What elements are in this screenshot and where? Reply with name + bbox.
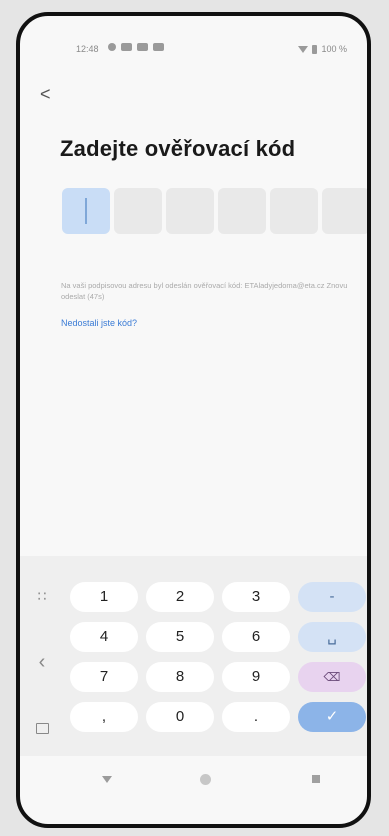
- key-2[interactable]: 2: [146, 582, 214, 612]
- code-digit-box[interactable]: [270, 188, 318, 234]
- backspace-key[interactable]: ⌫: [298, 662, 366, 692]
- nav-recent-icon[interactable]: [312, 775, 320, 783]
- code-digit-box[interactable]: [62, 188, 110, 234]
- status-bar: 12:48 100 %: [20, 16, 367, 60]
- status-time: 12:48: [76, 44, 99, 54]
- back-button[interactable]: <: [40, 82, 64, 106]
- verification-code-input[interactable]: [62, 188, 367, 234]
- code-digit-box[interactable]: [166, 188, 214, 234]
- wifi-icon: [298, 45, 309, 53]
- key-minus[interactable]: -: [298, 582, 366, 612]
- key-1[interactable]: 1: [70, 582, 138, 612]
- resend-code-link[interactable]: Nedostali jste kód?: [61, 318, 137, 328]
- key-7[interactable]: 7: [70, 662, 138, 692]
- clipboard-icon[interactable]: [32, 720, 52, 740]
- chevron-left-icon[interactable]: [32, 652, 52, 672]
- calendar-icon: [153, 43, 164, 51]
- battery-percent: 100 %: [321, 44, 347, 54]
- notification-icon: [121, 43, 132, 51]
- info-text: Na vaši podpisovou adresu byl odeslán ov…: [61, 281, 348, 301]
- mail-icon: [137, 43, 148, 51]
- code-digit-box[interactable]: [322, 188, 367, 234]
- keyboard-layout-icon[interactable]: [32, 586, 52, 606]
- nav-back-icon[interactable]: [102, 776, 112, 783]
- key-4[interactable]: 4: [70, 622, 138, 652]
- phone-screen: 12:48 100 % < Zadejte ověřovací kód Na v…: [16, 12, 371, 828]
- notification-icon: [108, 43, 116, 51]
- key-6[interactable]: 6: [222, 622, 290, 652]
- code-digit-box[interactable]: [218, 188, 266, 234]
- status-notification-icons: [108, 43, 164, 51]
- numeric-keyboard: 1 2 3 - 4 5 6 ␣ 7 8 9 ⌫ , 0 . ✓: [20, 556, 367, 756]
- nav-home-icon[interactable]: [200, 774, 211, 785]
- key-comma[interactable]: ,: [70, 702, 138, 732]
- key-0[interactable]: 0: [146, 702, 214, 732]
- nav-bar: [20, 750, 367, 824]
- key-space[interactable]: ␣: [298, 622, 366, 652]
- status-right: 100 %: [298, 44, 347, 54]
- key-5[interactable]: 5: [146, 622, 214, 652]
- page-title: Zadejte ověřovací kód: [60, 136, 296, 161]
- code-digit-box[interactable]: [114, 188, 162, 234]
- battery-icon: [312, 44, 318, 54]
- key-period[interactable]: .: [222, 702, 290, 732]
- enter-key[interactable]: ✓: [298, 702, 366, 732]
- key-3[interactable]: 3: [222, 582, 290, 612]
- key-8[interactable]: 8: [146, 662, 214, 692]
- key-9[interactable]: 9: [222, 662, 290, 692]
